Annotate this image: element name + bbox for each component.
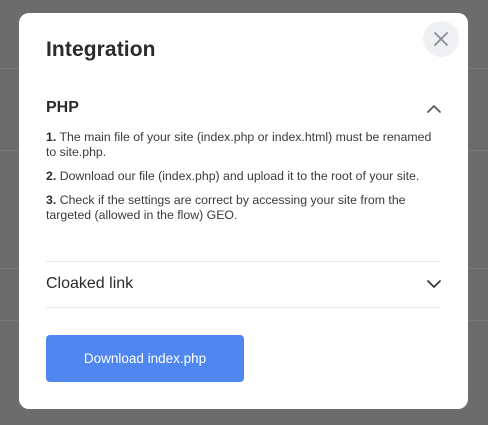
- php-section-title: PHP: [46, 99, 79, 116]
- step-number: 2.: [46, 169, 57, 183]
- section-divider: [46, 307, 441, 308]
- step-number: 3.: [46, 193, 57, 207]
- step-text: Check if the settings are correct by acc…: [46, 193, 406, 222]
- php-section-header[interactable]: PHP: [46, 95, 441, 121]
- download-index-php-button[interactable]: Download index.php: [46, 335, 244, 382]
- step-text: Download our file (index.php) and upload…: [59, 169, 420, 183]
- step-item: 1. The main file of your site (index.php…: [46, 130, 441, 160]
- close-icon: [434, 32, 448, 46]
- chevron-up-icon: [427, 104, 441, 113]
- step-number: 1.: [46, 130, 57, 144]
- step-item: 3. Check if the settings are correct by …: [46, 193, 441, 223]
- step-item: 2. Download our file (index.php) and upl…: [46, 169, 441, 184]
- chevron-down-icon: [427, 279, 441, 288]
- php-steps: 1. The main file of your site (index.php…: [46, 130, 441, 232]
- cloaked-link-title: Cloaked link: [46, 275, 134, 292]
- modal-title: Integration: [46, 38, 156, 61]
- cloaked-link-section-header[interactable]: Cloaked link: [46, 272, 441, 296]
- close-button[interactable]: [423, 21, 459, 57]
- step-text: The main file of your site (index.php or…: [46, 130, 432, 159]
- integration-modal: Integration PHP 1. The main file of your…: [19, 13, 468, 409]
- section-divider: [46, 261, 441, 262]
